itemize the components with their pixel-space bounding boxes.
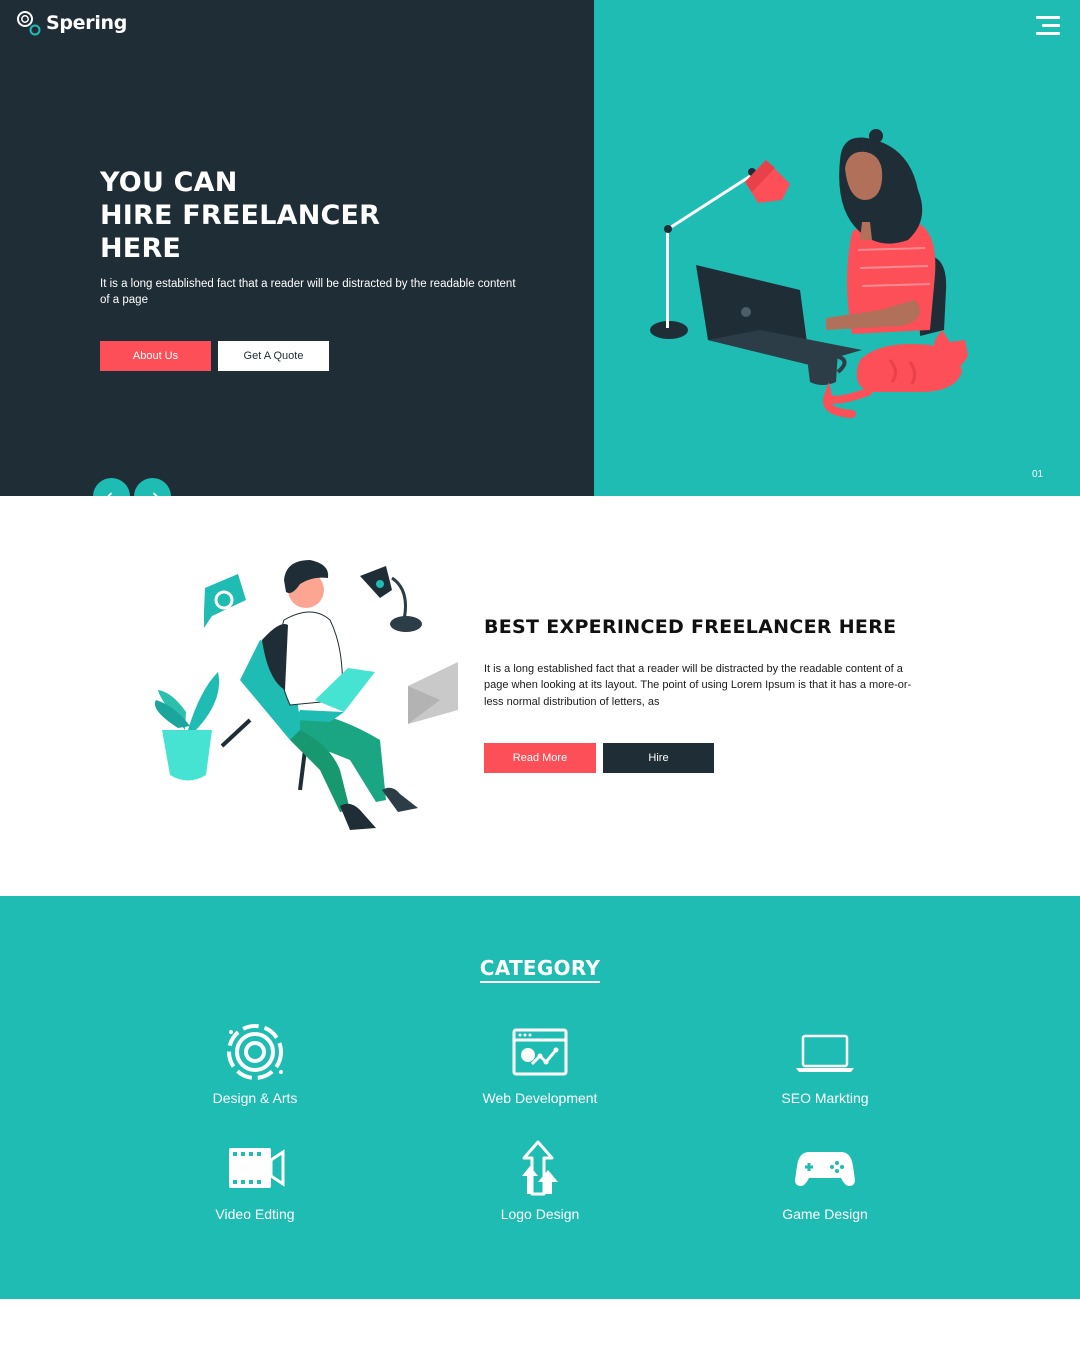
category-label: Web Development <box>482 1090 598 1106</box>
category-item-seo-markting[interactable]: SEO Markting <box>715 1020 935 1106</box>
get-a-quote-button[interactable]: Get A Quote <box>218 341 329 371</box>
palette-icon <box>227 1024 283 1080</box>
category-item-video-edting[interactable]: Video Edting <box>145 1136 365 1222</box>
category-heading: CATEGORY <box>0 956 1080 983</box>
category-label: Logo Design <box>500 1206 580 1222</box>
web-analytics-icon <box>512 1028 568 1076</box>
read-more-button[interactable]: Read More <box>484 743 596 773</box>
category-item-web-development[interactable]: Web Development <box>430 1020 650 1106</box>
hero-section: Spering YOU CAN HIRE FREELANCER HERE It … <box>0 0 1080 496</box>
freelancer-woman-illustration <box>650 129 968 418</box>
brand-logo[interactable]: Spering <box>16 10 127 36</box>
category-label: Game Design <box>782 1206 868 1222</box>
hero-title-line: HIRE FREELANCER <box>100 200 381 231</box>
about-title: BEST EXPERINCED FREELANCER HERE <box>484 616 897 638</box>
laptop-icon <box>796 1034 854 1072</box>
gamepad-icon <box>795 1152 855 1186</box>
hero-title-line: HERE <box>100 233 182 264</box>
freelancer-man-illustration <box>154 560 458 830</box>
hero-description: It is a long established fact that a rea… <box>100 278 516 306</box>
hire-button[interactable]: Hire <box>603 743 714 773</box>
page-bottom-spacer <box>0 1299 1080 1350</box>
video-camera-icon <box>229 1148 285 1188</box>
about-us-button[interactable]: About Us <box>100 341 211 371</box>
about-description: It is a long established fact that a rea… <box>484 663 912 708</box>
category-item-game-design[interactable]: Game Design <box>715 1136 935 1222</box>
arrows-up-icon <box>522 1140 558 1196</box>
category-label: Design & Arts <box>212 1090 298 1106</box>
menu-icon[interactable] <box>1034 16 1060 36</box>
hero-title-line: YOU CAN <box>100 167 238 198</box>
about-section: BEST EXPERINCED FREELANCER HERE It is a … <box>0 496 1080 896</box>
category-section: CATEGORY Design & Arts Web Development S… <box>0 896 1080 1299</box>
logo-circles-icon <box>17 11 41 36</box>
slide-number: 01 <box>1032 469 1044 480</box>
hero-teal-panel <box>594 0 1080 496</box>
category-item-logo-design[interactable]: Logo Design <box>430 1136 650 1222</box>
hero-title: YOU CAN HIRE FREELANCER HERE <box>100 166 380 265</box>
category-label: SEO Markting <box>781 1090 869 1106</box>
brand-name: Spering <box>46 12 128 34</box>
category-title: CATEGORY <box>479 956 601 983</box>
category-label: Video Edting <box>215 1206 295 1222</box>
category-item-design-arts[interactable]: Design & Arts <box>145 1020 365 1106</box>
